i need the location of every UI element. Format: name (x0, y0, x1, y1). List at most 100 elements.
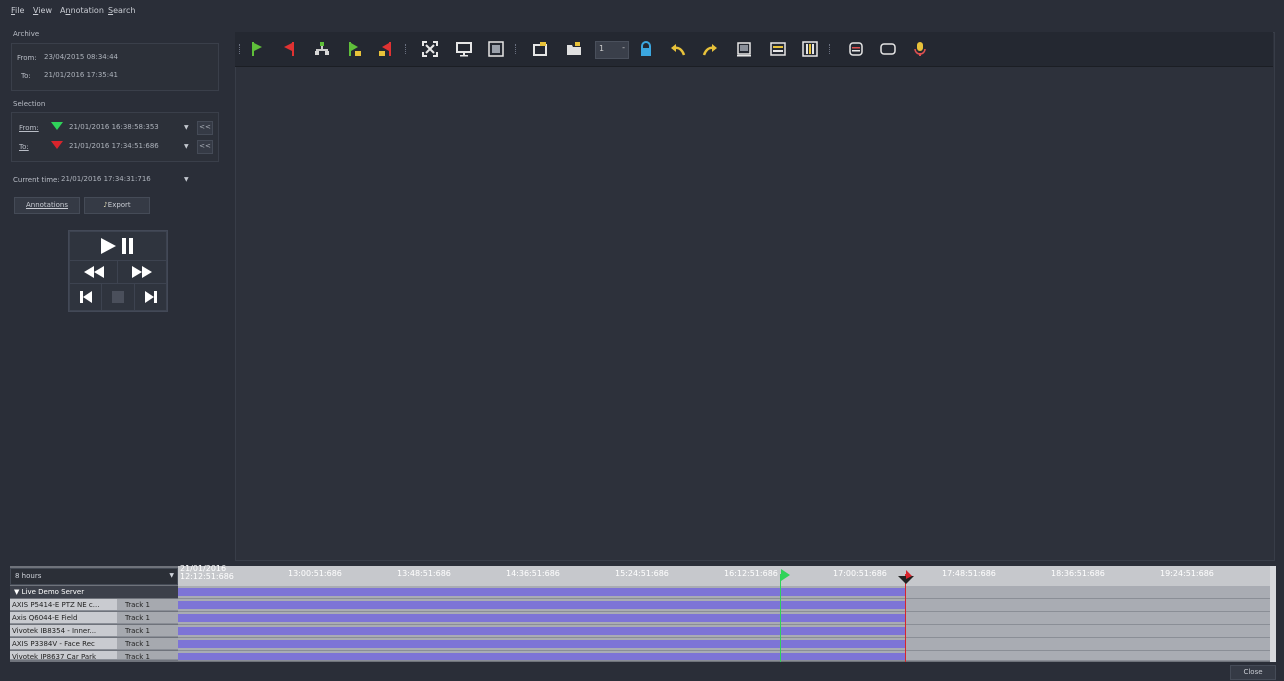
close-button[interactable]: Close (1230, 665, 1276, 680)
red-marker-icon (51, 141, 63, 153)
chevron-down-icon[interactable]: ▼ (184, 176, 189, 183)
skip-start-button[interactable] (69, 283, 102, 311)
flag-go-start-icon[interactable] (345, 40, 363, 58)
track-bar[interactable] (178, 638, 1270, 651)
track-name[interactable]: AXIS P5414-E PTZ NE c... (10, 599, 117, 611)
fast-forward-icon (132, 266, 152, 278)
rewind-button[interactable] (69, 260, 118, 284)
network-icon[interactable] (313, 40, 331, 58)
snapshot-icon[interactable] (531, 40, 549, 58)
green-marker-icon (51, 122, 63, 134)
toolbar-separator (829, 44, 832, 54)
track-label: Track 1 (117, 599, 178, 611)
selection-from-field[interactable]: 21/01/2016 16:38:58:353 (66, 119, 192, 135)
chevron-down-icon: ▼ (169, 572, 174, 579)
archive-from-label: From: (17, 54, 37, 62)
track-name[interactable]: AXIS P3384V - Face Rec (10, 638, 117, 650)
tick-label: 17:00:51:686 (833, 569, 887, 578)
menu-bar: File View Annotation Search (0, 0, 1284, 22)
lock-icon[interactable] (637, 40, 655, 58)
annotations-button[interactable]: Annotations (14, 197, 80, 214)
archive-title: Archive (13, 30, 40, 38)
flag-start-icon[interactable] (247, 40, 265, 58)
toolbar-separator (405, 44, 408, 54)
timeline-ruler[interactable]: 21/01/2016 12:12:51:686 13:00:51:686 13:4… (178, 564, 1270, 586)
menu-annotation[interactable]: Annotation (60, 6, 104, 15)
fullscreen-icon[interactable] (421, 40, 439, 58)
video-view-area[interactable] (235, 32, 1275, 561)
server-track-bar[interactable] (178, 586, 1270, 599)
dropdown-icon: - (622, 43, 625, 52)
fast-forward-button[interactable] (117, 260, 167, 284)
archive-to-field: 21/01/2016 17:35:41 (44, 71, 119, 79)
expand-arrow-icon: ▼ (14, 588, 22, 596)
toolbar-separator (515, 44, 518, 54)
selection-to-label: To: (19, 143, 29, 151)
flag-go-end-icon[interactable] (377, 40, 395, 58)
track-bar[interactable] (178, 612, 1270, 625)
track-bar[interactable] (178, 599, 1270, 612)
stop-icon (112, 291, 124, 303)
enhance-icon[interactable] (769, 40, 787, 58)
track-bar[interactable] (178, 651, 1270, 661)
track-label: Track 1 (117, 625, 178, 637)
skip-end-button[interactable] (134, 283, 167, 311)
track-name[interactable]: Vivotek IP8637 Car Park (10, 651, 117, 660)
transport-controls (68, 230, 168, 312)
track-name[interactable]: Axis Q6044-E Field (10, 612, 117, 624)
toolbar-separator (239, 44, 242, 54)
jump-to-to-button[interactable]: << (197, 140, 213, 154)
timeline-scrollbar[interactable] (1270, 566, 1276, 662)
tick-label: 19:24:51:686 (1160, 569, 1214, 578)
skip-end-icon (144, 291, 157, 303)
export-button[interactable]: ♪Export (84, 197, 150, 214)
archive-from-field: 23/04/2015 08:34:44 (44, 53, 119, 61)
chevron-down-icon[interactable]: ▼ (184, 143, 189, 150)
selection-start-line[interactable] (780, 574, 781, 662)
jump-to-from-button[interactable]: << (197, 121, 213, 135)
track-label: Track 1 (117, 612, 178, 624)
toolbar: 1- (235, 32, 1273, 67)
track-label: Track 1 (117, 638, 178, 650)
tick-label: 15:24:51:686 (615, 569, 669, 578)
flag-end-icon[interactable] (281, 40, 299, 58)
selection-start-marker-icon[interactable] (781, 569, 791, 584)
selection-end-marker-icon[interactable] (898, 570, 914, 587)
rewind-icon (83, 266, 104, 278)
frame-icon[interactable] (735, 40, 753, 58)
track-label: Track 1 (117, 651, 178, 661)
tick-label: 16:12:51:686 (724, 569, 778, 578)
menu-file[interactable]: File (11, 6, 24, 15)
redo-icon[interactable] (701, 40, 719, 58)
selection-end-line[interactable] (905, 574, 906, 662)
tick-label: 13:48:51:686 (397, 569, 451, 578)
storage-icon[interactable] (847, 40, 865, 58)
undo-icon[interactable] (669, 40, 687, 58)
folder-icon[interactable] (565, 40, 583, 58)
server-row[interactable]: ▼ Live Demo Server (10, 586, 178, 598)
chevron-down-icon[interactable]: ▼ (184, 124, 189, 131)
menu-search[interactable]: Search (108, 6, 135, 15)
display-icon[interactable] (879, 40, 897, 58)
current-time-field[interactable]: 21/01/2016 17:34:31:716 (58, 171, 192, 187)
current-time-label: Current time: (13, 176, 60, 184)
stop-button[interactable] (101, 283, 135, 311)
tick-label: 14:36:51:686 (506, 569, 560, 578)
grid-view-icon[interactable] (487, 40, 505, 58)
play-pause-button[interactable] (69, 231, 167, 261)
adjust-icon[interactable] (801, 40, 819, 58)
zoom-select[interactable]: 1- (595, 41, 629, 59)
selection-to-field[interactable]: 21/01/2016 17:34:51:686 (66, 138, 192, 154)
monitor-icon[interactable] (455, 40, 473, 58)
tick-label: 21/01/2016 12:12:51:686 (180, 564, 234, 581)
track-name[interactable]: Vivotek IB8354 - Inner... (10, 625, 117, 637)
menu-view[interactable]: View (33, 6, 52, 15)
microphone-icon[interactable] (911, 40, 929, 58)
tick-label: 18:36:51:686 (1051, 569, 1105, 578)
range-select[interactable]: 8 hours ▼ (10, 568, 178, 585)
selection-from-label: From: (19, 124, 39, 132)
selection-title: Selection (13, 100, 46, 108)
track-bar[interactable] (178, 625, 1270, 638)
tick-label: 17:48:51:686 (942, 569, 996, 578)
archive-to-label: To: (21, 72, 31, 80)
